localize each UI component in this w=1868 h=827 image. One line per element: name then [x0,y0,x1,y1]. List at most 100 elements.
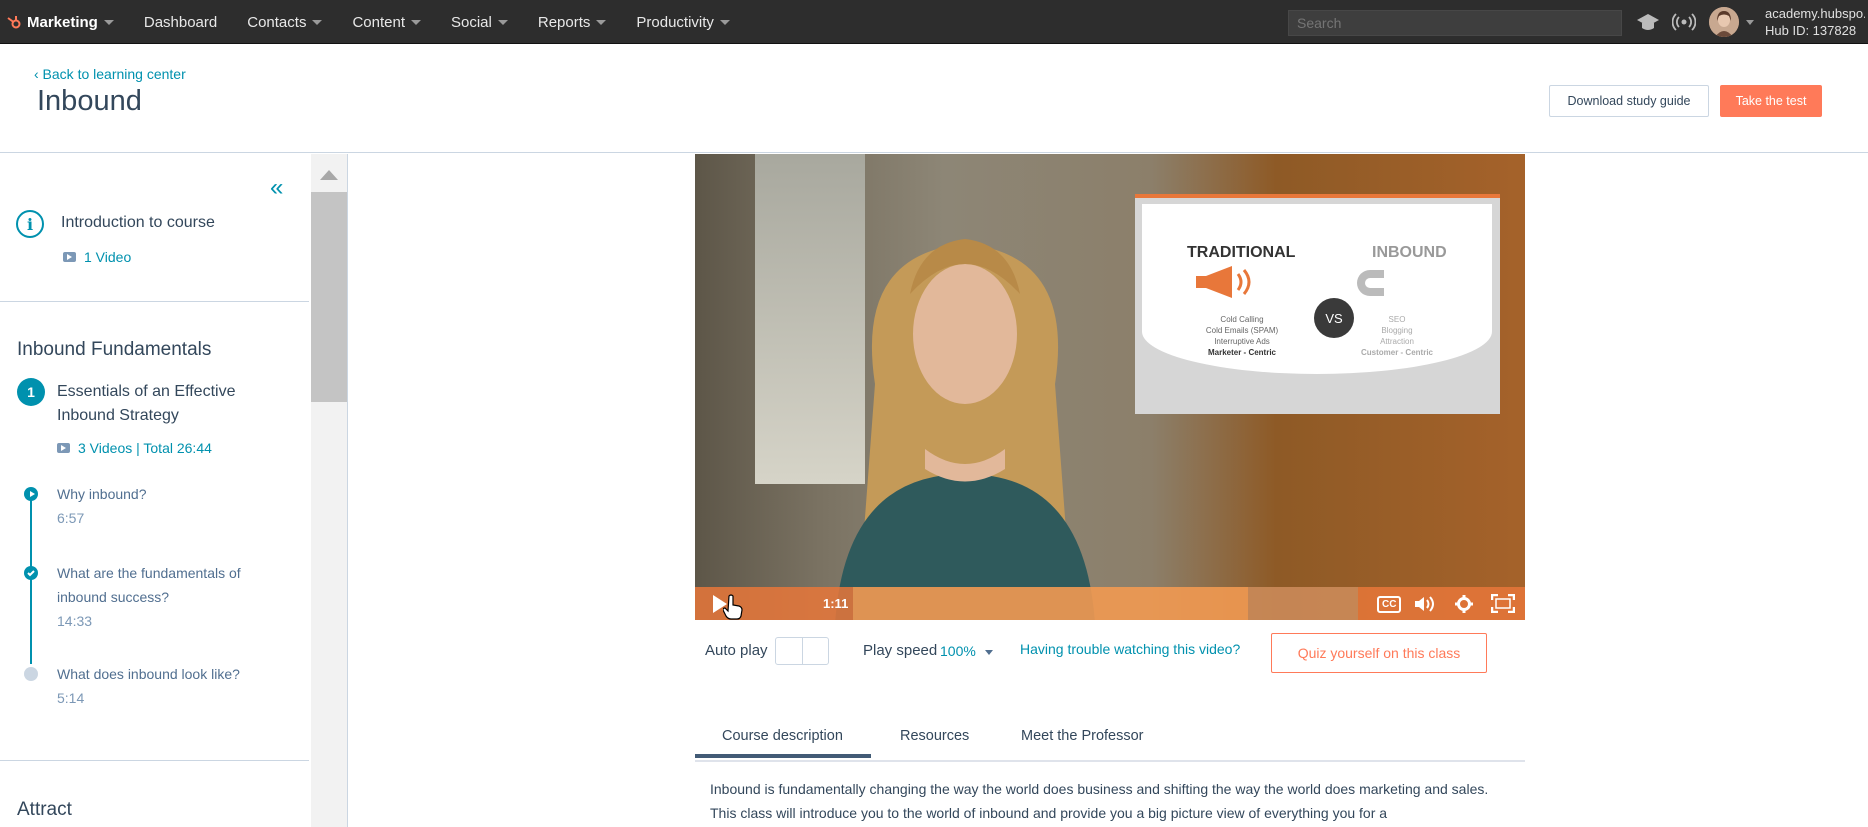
nav-menu: Marketing Dashboard Contacts Content Soc… [0,0,760,44]
avatar[interactable] [1709,7,1739,37]
nav-social-label: Social [451,13,492,31]
video-title: Why inbound? [57,486,147,502]
megaphone-icon [1196,266,1251,298]
slide-left-list: Cold Calling Cold Emails (SPAM) Interrup… [1187,314,1297,358]
sidebar-video-item[interactable]: What does inbound look like? 5:14 [57,662,277,710]
nav-marketing-label: Marketing [27,13,98,31]
video-player[interactable]: TRADITIONAL INBOUND VS Cold Calling Cold… [695,154,1525,620]
slide-left-heading: TRADITIONAL [1187,244,1296,261]
lesson-title[interactable]: Essentials of an Effective Inbound Strat… [57,380,267,428]
lesson-meta-text: 3 Videos | Total 26:44 [78,440,212,456]
tab-resources[interactable]: Resources [900,728,969,744]
course-sidebar: « i Introduction to course 1 Video Inbou… [0,154,348,827]
slide-right-item: Customer - Centric [1360,348,1433,357]
pending-circle-icon [24,667,38,681]
slide-left-item: Cold Calling [1220,315,1264,324]
settings-gear-icon[interactable] [1455,595,1473,613]
page-header: ‹ Back to learning center Inbound Downlo… [0,45,1868,153]
download-study-guide-button[interactable]: Download study guide [1549,85,1709,117]
broadcast-icon[interactable] [1672,13,1696,31]
nav-dashboard[interactable]: Dashboard [144,14,217,31]
trouble-watching-link[interactable]: Having trouble watching this video? [1020,641,1240,657]
lesson-meta: 3 Videos | Total 26:44 [57,440,212,456]
slide-right-item: Attraction [1380,337,1414,346]
slide-left-item: Cold Emails (SPAM) [1205,326,1279,335]
fullscreen-icon[interactable] [1491,594,1515,613]
chevron-down-icon [497,19,508,25]
chevron-down-icon [596,19,607,25]
account-info[interactable]: academy.hubspo... Hub ID: 137828 [1765,5,1865,39]
video-slide-overlay: TRADITIONAL INBOUND VS Cold Calling Cold… [1135,194,1500,414]
sidebar-video-item[interactable]: Why inbound? 6:57 [57,482,277,530]
video-controls: 1:11 CC [695,587,1525,620]
vs-badge: VS [1314,298,1354,338]
presenter-image [835,239,1095,620]
video-icon [63,252,76,262]
course-description-text: Inbound is fundamentally changing the wa… [710,781,1489,821]
video-title: What does inbound look like? [57,666,240,682]
collapse-sidebar-icon[interactable]: « [270,174,283,202]
nav-social[interactable]: Social [451,14,508,31]
divider [0,760,309,761]
video-duration: 14:33 [57,613,93,629]
section-title-inbound-fundamentals: Inbound Fundamentals [17,339,212,360]
sidebar-video-item[interactable]: What are the fundamentals of inbound suc… [57,561,277,633]
page-title: Inbound [37,85,142,117]
content-tabs: Course description Resources Meet the Pr… [695,716,1525,762]
academy-cap-icon[interactable] [1636,12,1660,32]
intro-title[interactable]: Introduction to course [61,214,215,232]
nav-content-label: Content [352,13,405,31]
chevron-down-icon [411,19,421,25]
account-domain: academy.hubspo... [1765,6,1865,21]
chevron-down-icon [719,19,730,25]
divider [0,301,309,302]
avatar-image [1709,7,1739,37]
autoplay-label: Auto play [705,642,768,659]
nav-marketing[interactable]: Marketing [6,14,114,31]
tab-course-description[interactable]: Course description [695,728,871,758]
nav-content[interactable]: Content [352,14,421,31]
search-input[interactable] [1288,10,1622,36]
closed-captions-icon[interactable]: CC [1377,596,1402,613]
lesson-number-badge: 1 [17,378,45,406]
scroll-up-arrow-icon[interactable] [320,170,338,180]
info-icon: i [16,210,44,238]
video-progress-played[interactable] [853,587,1248,620]
slide-right-item: SEO [1388,315,1406,324]
play-speed-select[interactable]: 100% [940,643,976,659]
chevron-down-icon [312,19,323,25]
video-duration: 5:14 [57,690,85,706]
nav-contacts-label: Contacts [247,13,307,31]
video-progress-buffered[interactable] [1248,587,1358,620]
play-speed-label: Play speed [863,642,938,659]
nav-reports-label: Reports [537,13,591,31]
quiz-yourself-button[interactable]: Quiz yourself on this class [1271,633,1487,673]
nav-dashboard-label: Dashboard [143,13,218,31]
back-to-learning-center-link[interactable]: ‹ Back to learning center [34,66,186,82]
video-title: What are the fundamentals of inbound suc… [57,565,241,605]
hub-id: Hub ID: 137828 [1765,23,1857,38]
top-navigation-bar: Marketing Dashboard Contacts Content Soc… [0,0,1868,44]
slide-left-item: Marketer - Centric [1207,348,1277,357]
chevron-down-icon[interactable] [1746,20,1754,25]
nav-reports[interactable]: Reports [538,14,607,31]
tab-meet-the-professor[interactable]: Meet the Professor [1021,728,1144,744]
nav-productivity[interactable]: Productivity [636,14,730,31]
nav-productivity-label: Productivity [636,13,714,31]
chevron-down-icon [103,19,114,25]
video-icon [57,443,70,453]
hubspot-logo-icon [7,16,21,29]
scrollbar-thumb[interactable] [311,192,347,402]
magnet-icon [1357,270,1384,296]
section-title-attract: Attract [17,799,72,820]
take-the-test-button[interactable]: Take the test [1720,85,1822,117]
chevron-down-icon[interactable] [985,650,993,655]
slide-left-item: Interruptive Ads [1214,337,1270,346]
nav-contacts[interactable]: Contacts [247,13,323,31]
hand-cursor-icon [723,594,743,620]
volume-icon[interactable] [1413,595,1435,613]
video-time: 1:11 [823,596,849,611]
autoplay-toggle[interactable] [775,637,829,665]
video-duration: 6:57 [57,510,85,526]
intro-meta: 1 Video [63,249,131,265]
